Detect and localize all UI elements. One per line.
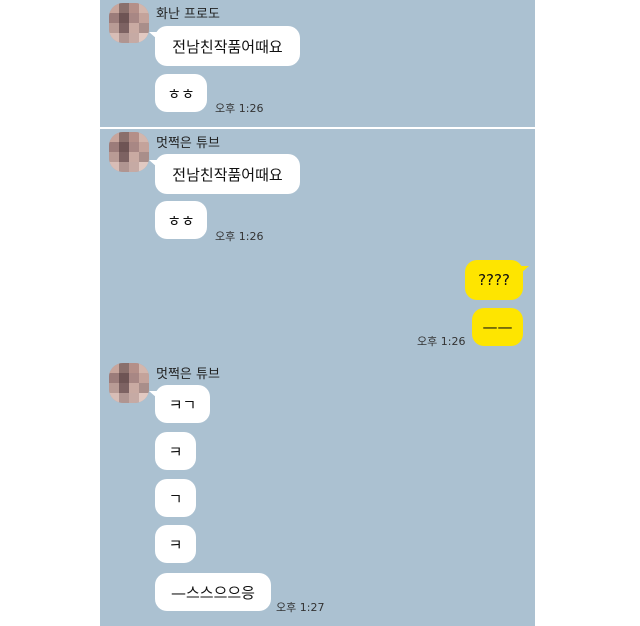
profile-avatar[interactable] <box>109 3 149 43</box>
chat-screenshot-top: 화난 프로도 전남친작품어때요 ㅎㅎ 오후 1:26 <box>100 0 535 127</box>
message-bubble[interactable]: ㅎㅎ <box>155 201 207 239</box>
my-message-bubble[interactable]: —— <box>472 308 523 346</box>
my-message-bubble[interactable]: ???? <box>465 260 529 300</box>
message-bubble[interactable]: —스스으으응 <box>155 573 271 611</box>
message-bubble[interactable]: ㅎㅎ <box>155 74 207 112</box>
message-bubble[interactable]: ㅋ <box>155 525 196 563</box>
sender-name: 멋쩍은 튜브 <box>156 367 220 382</box>
message-time: 오후 1:26 <box>215 102 264 115</box>
chat-screenshot-bottom: 멋쩍은 튜브 전남친작품어때요 ㅎㅎ 오후 1:26 ???? —— 오후 1:… <box>100 129 535 626</box>
message-bubble[interactable]: ㅋㄱ <box>149 385 210 423</box>
message-time: 오후 1:27 <box>276 601 325 614</box>
sender-name: 화난 프로도 <box>156 7 220 22</box>
message-bubble[interactable]: 전남친작품어때요 <box>149 26 300 66</box>
sender-name: 멋쩍은 튜브 <box>156 136 220 151</box>
message-time: 오후 1:26 <box>215 230 264 243</box>
profile-avatar[interactable] <box>109 132 149 172</box>
message-bubble[interactable]: 전남친작품어때요 <box>149 154 300 194</box>
message-bubble[interactable]: ㄱ <box>155 479 196 517</box>
message-time: 오후 1:26 <box>417 335 466 348</box>
message-bubble[interactable]: ㅋ <box>155 432 196 470</box>
profile-avatar[interactable] <box>109 363 149 403</box>
